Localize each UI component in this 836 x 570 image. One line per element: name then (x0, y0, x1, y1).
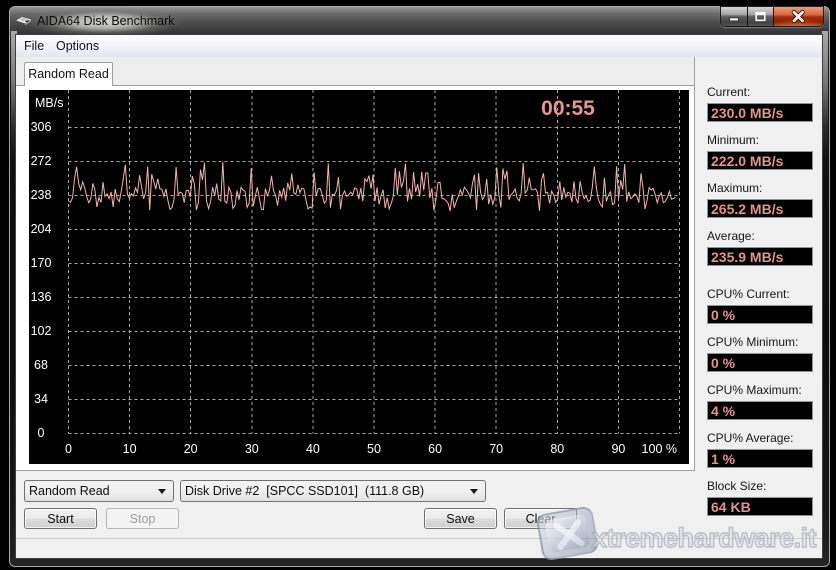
svg-text:68: 68 (34, 358, 48, 372)
svg-text:0: 0 (38, 426, 45, 440)
svg-text:50: 50 (367, 442, 381, 456)
svg-text:70: 70 (489, 442, 503, 456)
svg-text:0: 0 (65, 442, 72, 456)
svg-text:MB/s: MB/s (35, 96, 63, 110)
svg-text:102: 102 (31, 324, 52, 338)
svg-text:00:55: 00:55 (541, 97, 595, 120)
svg-text:60: 60 (428, 442, 442, 456)
svg-text:80: 80 (550, 442, 564, 456)
svg-text:136: 136 (31, 290, 52, 304)
svg-text:238: 238 (31, 188, 52, 202)
svg-text:30: 30 (245, 442, 259, 456)
svg-text:40: 40 (306, 442, 320, 456)
svg-text:20: 20 (184, 442, 198, 456)
svg-text:170: 170 (31, 256, 52, 270)
svg-text:34: 34 (34, 392, 48, 406)
svg-text:204: 204 (31, 222, 52, 236)
svg-text:90: 90 (611, 442, 625, 456)
svg-text:100 %: 100 % (642, 442, 677, 456)
svg-text:306: 306 (31, 120, 52, 134)
svg-text:272: 272 (31, 154, 52, 168)
svg-text:10: 10 (123, 442, 137, 456)
